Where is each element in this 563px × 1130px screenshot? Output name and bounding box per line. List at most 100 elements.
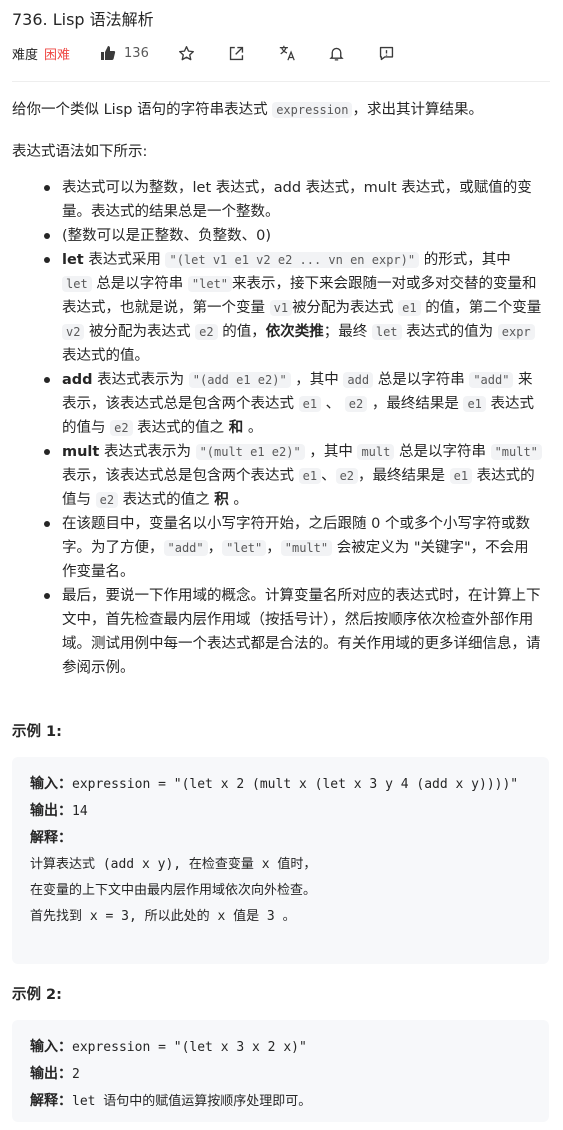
text: ，最终结果是 xyxy=(358,468,450,484)
inline-code: let xyxy=(371,324,402,340)
problem-meta-bar: 难度 困难 136 xyxy=(12,42,427,64)
example-2-box: 输入：expression = "(let x 3 x 2 x)" 输出：2 解… xyxy=(12,1020,549,1122)
rule-item: add 表达式表示为 "(add e1 e2)" ，其中 add 总是以字符串 … xyxy=(12,368,550,440)
difficulty-badge: 困难 xyxy=(44,47,71,63)
inline-code: "add" xyxy=(469,372,514,388)
favorite-button[interactable] xyxy=(177,43,197,63)
inline-code: v1 xyxy=(269,300,293,316)
example-1-box: 输入：expression = "(let x 2 (mult x (let x… xyxy=(12,757,549,964)
inline-code: e2 xyxy=(344,396,368,412)
inline-code: "mult" xyxy=(490,444,542,460)
explain-line: 首先找到 x = 3, 所以此处的 x 值是 3 。 xyxy=(30,909,296,924)
example-input: 输入：expression = "(let x 3 x 2 x)" xyxy=(30,1034,531,1061)
example-output: 输出：2 xyxy=(30,1061,531,1088)
inline-code: "let" xyxy=(187,276,233,292)
intro-paragraph: 给你一个类似 Lisp 语句的字符串表达式 expression ，求出其计算结果… xyxy=(12,98,550,122)
text: 、 xyxy=(321,468,336,484)
output-value: 2 xyxy=(72,1067,80,1082)
like-count: 136 xyxy=(124,45,149,61)
text: 总是以字符串 xyxy=(91,276,188,292)
translate-button[interactable] xyxy=(277,43,297,63)
difficulty-label: 难度 xyxy=(12,47,39,63)
feedback-icon xyxy=(380,46,394,60)
output-label: 输出： xyxy=(30,1066,72,1082)
translate-icon xyxy=(279,45,295,61)
intro-text: ，求出其计算结果。 xyxy=(352,102,483,118)
text: 总是以字符串 xyxy=(373,372,470,388)
text: ， xyxy=(207,540,223,556)
header-divider xyxy=(12,81,550,82)
inline-code: expr xyxy=(497,324,535,340)
example-2-title: 示例 2: xyxy=(12,987,62,1003)
inline-code: "mult" xyxy=(280,540,333,556)
text: ，其中 xyxy=(304,444,358,460)
inline-code: "add" xyxy=(163,540,208,556)
explain-value: let 语句中的赋值运算按顺序处理即可。 xyxy=(72,1094,312,1109)
text: ；最终 xyxy=(323,324,372,340)
inline-code: expression xyxy=(272,102,353,118)
inline-code: e1 xyxy=(298,468,322,484)
text: 被分配为表达式 xyxy=(84,324,196,340)
inline-code: e1 xyxy=(449,468,473,484)
bell-icon xyxy=(329,47,345,61)
inline-code: "(let v1 e1 v2 e2 ... vn en expr)" xyxy=(165,252,420,268)
text: 表示，该表达式总是包含两个表达式 xyxy=(62,468,299,484)
share-icon xyxy=(230,46,244,60)
inline-code: let xyxy=(62,276,92,292)
bold-text: 积 xyxy=(214,492,229,508)
share-button[interactable] xyxy=(227,43,247,63)
example-explain: 解释：let 语句中的赋值运算按顺序处理即可。 xyxy=(30,1088,531,1115)
text: 。 xyxy=(243,420,263,436)
grammar-heading: 表达式语法如下所示: xyxy=(12,144,148,160)
example-output: 输出：14 xyxy=(30,798,531,825)
keyword: mult xyxy=(62,444,100,460)
text: 表达式的值之 xyxy=(118,492,215,508)
feedback-button[interactable] xyxy=(377,43,397,63)
input-label: 输入： xyxy=(30,1039,72,1055)
text: 、 xyxy=(321,396,345,412)
inline-code: e2 xyxy=(335,468,359,484)
example-input: 输入：expression = "(let x 2 (mult x (let x… xyxy=(30,771,531,798)
inline-code: e1 xyxy=(463,396,486,412)
text: 表达式的值之 xyxy=(132,420,229,436)
rule-item: (整数可以是正整数、负整数、0) xyxy=(12,224,550,248)
inline-code: e2 xyxy=(95,492,119,508)
keyword: add xyxy=(62,372,93,388)
inline-code: e1 xyxy=(298,396,322,412)
text: 表达式表示为 xyxy=(99,444,196,460)
subscribe-button[interactable] xyxy=(327,43,347,63)
text: ，其中 xyxy=(290,372,344,388)
rule-item: 最后，要说一下作用域的概念。计算变量名所对应的表达式时，在计算上下文中，首先检查… xyxy=(12,584,550,680)
explain-label: 解释： xyxy=(30,1093,72,1109)
text: 表达式表示为 xyxy=(92,372,189,388)
text: 被分配为表达式 xyxy=(292,300,399,316)
inline-code: e2 xyxy=(110,420,133,436)
input-value: expression = "(let x 3 x 2 x)" xyxy=(72,1040,307,1055)
thumbs-up-icon xyxy=(101,46,116,60)
text: 。 xyxy=(228,492,248,508)
bold-text: 依次类推 xyxy=(265,324,324,340)
input-label: 输入： xyxy=(30,776,72,792)
text: ，最终结果是 xyxy=(367,396,464,412)
inline-code: v2 xyxy=(62,324,85,340)
like-button[interactable]: 136 xyxy=(100,45,149,61)
inline-code: "(mult e1 e2)" xyxy=(195,444,305,460)
inline-code: e1 xyxy=(398,300,421,316)
keyword: let xyxy=(62,252,84,268)
inline-code: add xyxy=(343,372,374,388)
explain-label: 解释： xyxy=(30,830,72,846)
text: 表达式的值为 xyxy=(401,324,498,340)
explain-line: 计算表达式 (add x y), 在检查变量 x 值时， xyxy=(30,857,317,872)
rule-item: 表达式可以为整数，let 表达式，add 表达式，mult 表达式，或赋值的变量… xyxy=(12,176,550,224)
text: 的形式，其中 xyxy=(419,252,511,268)
output-label: 输出： xyxy=(30,803,72,819)
star-icon xyxy=(179,45,195,60)
output-value: 14 xyxy=(72,804,88,819)
inline-code: "(add e1 e2)" xyxy=(188,372,291,388)
rule-item: 在该题目中，变量名以小写字符开始，之后跟随 0 个或多个小写字符或数字。为了方便… xyxy=(12,512,550,584)
rule-item: let 表达式采用 "(let v1 e1 v2 e2 ... vn en ex… xyxy=(12,248,550,368)
bold-text: 和 xyxy=(228,420,244,436)
text: 表达式采用 xyxy=(83,252,166,268)
text: 的值， xyxy=(217,324,266,340)
text: 的值，第二个变量 xyxy=(420,300,542,316)
